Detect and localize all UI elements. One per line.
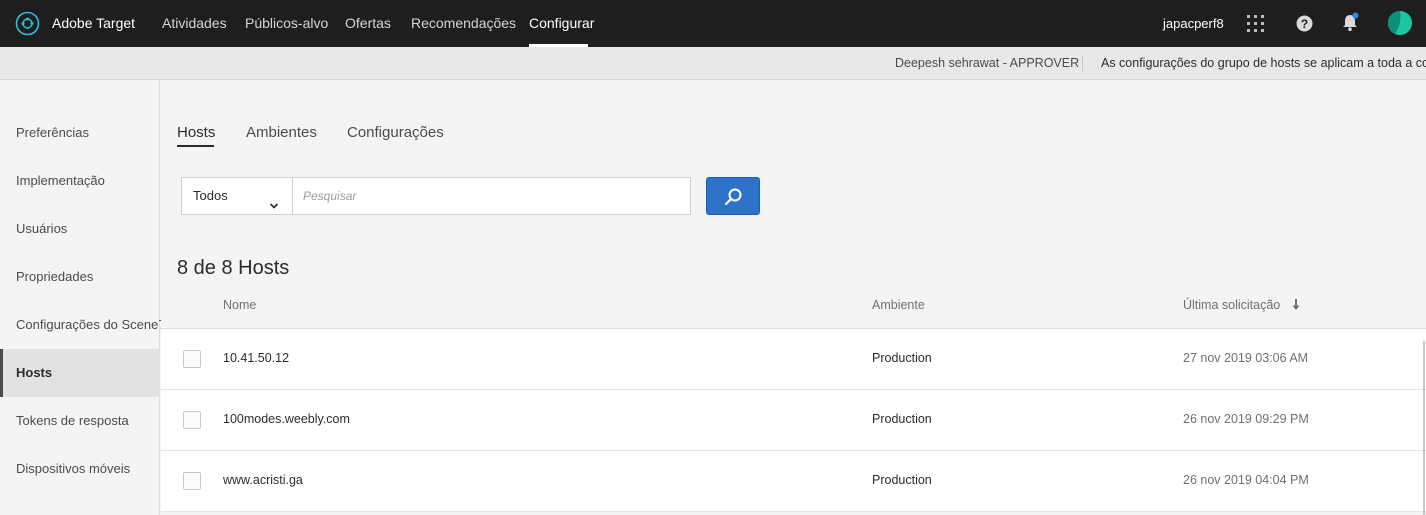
row-checkbox[interactable] [183, 411, 201, 429]
sidebar-item-dispositivos[interactable]: Dispositivos móveis [0, 445, 160, 493]
host-name[interactable]: 100modes.weebly.com [223, 412, 350, 426]
column-header-ambiente[interactable]: Ambiente [872, 298, 925, 312]
host-name[interactable]: 10.41.50.12 [223, 351, 289, 365]
table-row[interactable]: 100modes.weebly.com Production 26 nov 20… [161, 390, 1426, 451]
user-role-label: Deepesh sehrawat - APPROVER [895, 56, 1080, 70]
host-environment: Production [872, 473, 932, 487]
nav-link-configurar[interactable]: Configurar [529, 15, 594, 31]
tab-hosts[interactable]: Hosts [177, 124, 215, 141]
sidebar-item-scene7[interactable]: Configurações do Scene7 [0, 301, 166, 349]
row-checkbox[interactable] [183, 350, 201, 368]
chevron-down-icon [269, 189, 279, 225]
sidebar-item-tokens[interactable]: Tokens de resposta [0, 397, 160, 445]
adobe-target-logo-icon[interactable] [15, 11, 40, 36]
search-icon [724, 188, 742, 206]
host-last-request: 26 nov 2019 04:04 PM [1183, 473, 1309, 487]
host-last-request: 26 nov 2019 09:29 PM [1183, 412, 1309, 426]
column-header-nome[interactable]: Nome [223, 298, 256, 312]
table-scrollbar[interactable] [1423, 341, 1425, 515]
app-title[interactable]: Adobe Target [52, 15, 135, 31]
nav-link-recomendacoes[interactable]: Recomendações [411, 15, 516, 31]
subheader-divider [1082, 55, 1083, 71]
table-row[interactable]: www.acristi.ga Production 26 nov 2019 04… [161, 451, 1426, 512]
main-content: Hosts Ambientes Configurações Todos 8 de… [161, 81, 1426, 515]
tab-ambientes[interactable]: Ambientes [246, 124, 317, 141]
table-row[interactable]: 10.41.50.12 Production 27 nov 2019 03:06… [161, 329, 1426, 390]
hosts-count-title: 8 de 8 Hosts [177, 257, 290, 279]
sidebar-item-propriedades[interactable]: Propriedades [0, 253, 160, 301]
host-group-note: As configurações do grupo de hosts se ap… [1101, 56, 1426, 70]
svg-text:?: ? [1301, 17, 1308, 31]
avatar[interactable] [1387, 10, 1412, 40]
nav-link-publicos-alvo[interactable]: Públicos-alvo [245, 15, 328, 31]
sidebar-item-usuarios[interactable]: Usuários [0, 205, 160, 253]
top-navigation-bar: Adobe Target Atividades Públicos-alvo Of… [0, 0, 1426, 47]
tab-configuracoes[interactable]: Configurações [347, 124, 444, 141]
sidebar-item-preferencias[interactable]: Preferências [0, 109, 160, 157]
column-header-ultima-solicitacao[interactable]: Última solicitação [1183, 298, 1280, 312]
subheader-bar: Deepesh sehrawat - APPROVER As configura… [0, 47, 1426, 80]
search-button[interactable] [706, 177, 760, 215]
host-last-request: 27 nov 2019 03:06 AM [1183, 351, 1309, 365]
left-sidebar: Preferências Implementação Usuários Prop… [0, 81, 166, 515]
active-tab-indicator [177, 145, 214, 147]
nav-link-atividades[interactable]: Atividades [162, 15, 227, 31]
filter-dropdown[interactable]: Todos [181, 177, 293, 215]
notifications-icon[interactable] [1342, 12, 1360, 37]
host-environment: Production [872, 351, 932, 365]
host-environment: Production [872, 412, 932, 426]
sort-descending-icon[interactable] [1291, 298, 1301, 317]
user-name[interactable]: japacperf8 [1163, 16, 1224, 31]
search-input[interactable] [292, 177, 691, 215]
sidebar-item-hosts[interactable]: Hosts [0, 349, 160, 397]
help-icon[interactable]: ? [1296, 15, 1313, 37]
app-switcher-icon[interactable] [1247, 15, 1264, 37]
host-name[interactable]: www.acristi.ga [223, 473, 303, 487]
sidebar-item-implementacao[interactable]: Implementação [0, 157, 160, 205]
filter-dropdown-value: Todos [193, 188, 228, 203]
row-checkbox[interactable] [183, 472, 201, 490]
nav-link-ofertas[interactable]: Ofertas [345, 15, 391, 31]
